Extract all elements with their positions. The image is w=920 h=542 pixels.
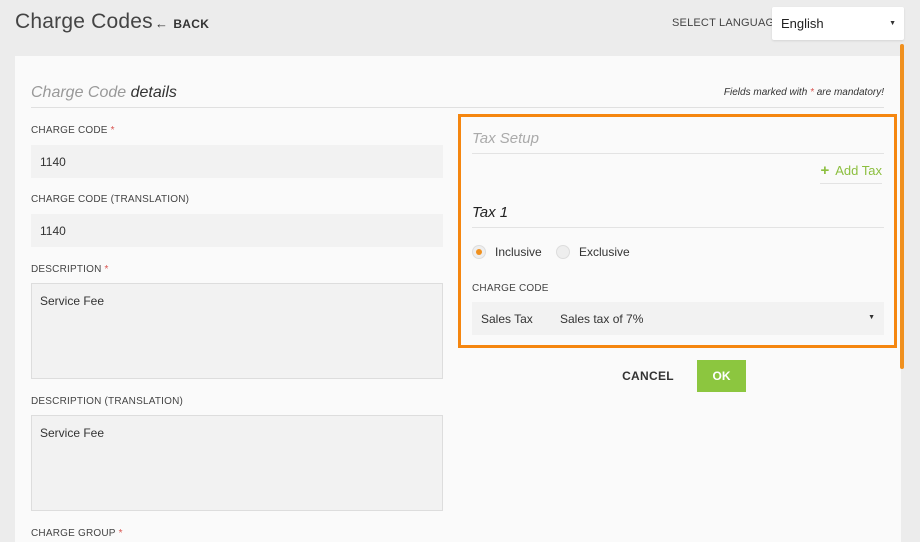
tax-charge-code-label: CHARGE CODE bbox=[472, 283, 549, 294]
section-header: Charge Code details Fields marked with *… bbox=[31, 84, 884, 108]
plus-icon: + bbox=[820, 162, 830, 179]
tax-setup-panel: Tax Setup + Add Tax Tax 1 Inclusive Excl… bbox=[458, 114, 897, 348]
radio-selected-icon bbox=[472, 245, 486, 259]
language-value: English bbox=[781, 16, 824, 31]
description-translation-label-text: DESCRIPTION (TRANSLATION) bbox=[31, 396, 184, 407]
ok-button[interactable]: OK bbox=[697, 360, 746, 392]
tax-setup-title: Tax Setup bbox=[472, 130, 539, 147]
description-textarea[interactable]: Service Fee bbox=[31, 283, 443, 379]
cancel-button[interactable]: CANCEL bbox=[615, 361, 681, 391]
required-star: * bbox=[104, 264, 109, 275]
section-title-dark: details bbox=[130, 84, 177, 101]
caret-down-icon: ▼ bbox=[889, 20, 896, 27]
add-tax-label: Add Tax bbox=[835, 163, 882, 178]
charge-code-translation-input[interactable]: 1140 bbox=[31, 214, 443, 247]
description-translation-value: Service Fee bbox=[40, 426, 105, 440]
exclusive-radio[interactable]: Exclusive bbox=[556, 245, 630, 259]
page-title: Charge Codes bbox=[15, 10, 153, 33]
inclusive-radio[interactable]: Inclusive bbox=[472, 245, 542, 259]
language-label: SELECT LANGUAGE bbox=[672, 17, 782, 29]
section-title-light: Charge Code bbox=[31, 84, 127, 101]
mandatory-suffix: are mandatory! bbox=[816, 87, 884, 98]
charge-code-label-text: CHARGE CODE bbox=[31, 125, 108, 136]
back-button[interactable]: ← BACK bbox=[155, 17, 209, 31]
charge-group-label: CHARGE GROUP * bbox=[31, 528, 123, 539]
add-tax-button[interactable]: + Add Tax bbox=[820, 163, 882, 184]
mandatory-star: * bbox=[810, 87, 814, 98]
charge-code-translation-label: CHARGE CODE (TRANSLATION) bbox=[31, 194, 189, 205]
charge-code-translation-value: 1140 bbox=[40, 223, 66, 238]
inclusive-label: Inclusive bbox=[495, 245, 542, 259]
required-star: * bbox=[110, 125, 115, 136]
description-translation-textarea[interactable]: Service Fee bbox=[31, 415, 443, 511]
description-label-text: DESCRIPTION bbox=[31, 264, 102, 275]
required-star: * bbox=[118, 528, 123, 539]
mandatory-prefix: Fields marked with bbox=[723, 87, 808, 98]
tax-charge-code-select[interactable]: Sales Tax Sales tax of 7% ▼ bbox=[472, 302, 884, 335]
divider bbox=[472, 227, 884, 228]
tax-charge-code-value: Sales Tax bbox=[481, 312, 533, 326]
charge-code-value: 1140 bbox=[40, 154, 66, 169]
radio-unselected-icon bbox=[556, 245, 570, 259]
exclusive-label: Exclusive bbox=[579, 245, 630, 259]
description-value: Service Fee bbox=[40, 294, 105, 308]
section-title: Charge Code details bbox=[31, 84, 177, 102]
caret-down-icon: ▼ bbox=[868, 314, 875, 321]
charge-code-input[interactable]: 1140 bbox=[31, 145, 443, 178]
back-label: BACK bbox=[173, 17, 210, 31]
description-translation-label: DESCRIPTION (TRANSLATION) bbox=[31, 396, 183, 407]
tax-1-title: Tax 1 bbox=[472, 204, 509, 221]
divider bbox=[472, 153, 884, 154]
language-select[interactable]: English ▼ bbox=[772, 7, 904, 40]
charge-group-label-text: CHARGE GROUP bbox=[31, 528, 116, 539]
mandatory-note: Fields marked with * are mandatory! bbox=[724, 87, 884, 98]
tax-charge-code-description: Sales tax of 7% bbox=[560, 312, 644, 326]
description-label: DESCRIPTION * bbox=[31, 264, 109, 275]
arrow-left-icon: ← bbox=[155, 16, 169, 31]
charge-code-label: CHARGE CODE * bbox=[31, 125, 115, 136]
scrollbar[interactable] bbox=[900, 44, 904, 369]
charge-code-translation-label-text: CHARGE CODE (TRANSLATION) bbox=[31, 194, 190, 205]
top-bar: Charge Codes ← BACK SELECT LANGUAGE Engl… bbox=[0, 0, 920, 48]
